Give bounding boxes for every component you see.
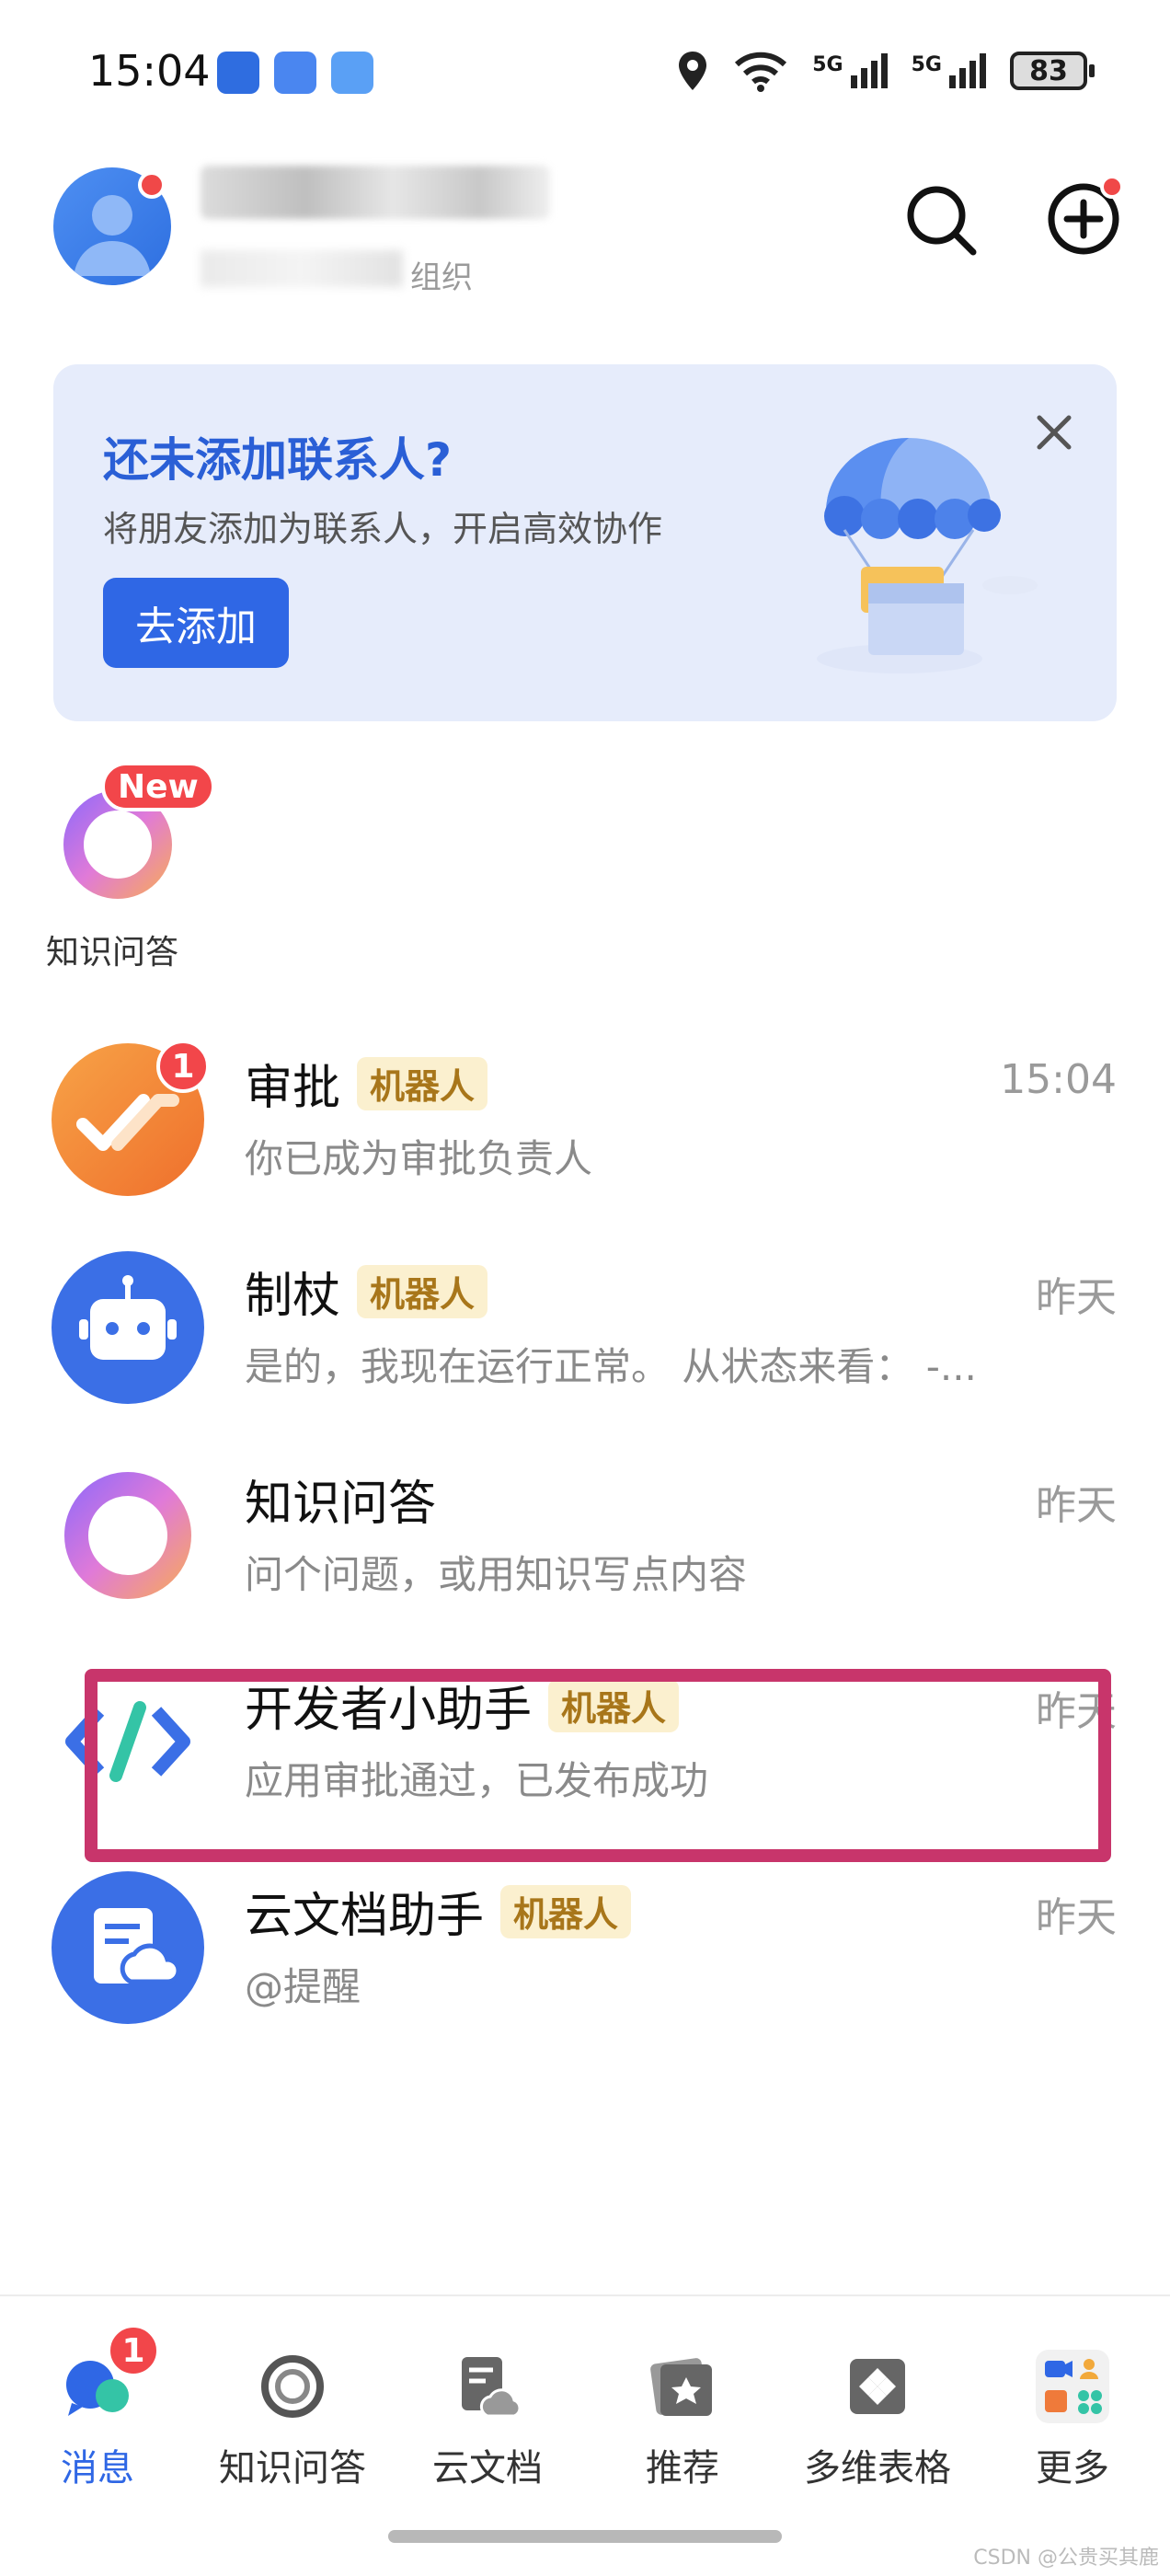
chat-time: 昨天 [1036, 1482, 1117, 1529]
chat-title: 制杖 机器人 [245, 1257, 488, 1326]
banner-title: 还未添加联系人? [103, 433, 453, 487]
notification-dot [138, 171, 166, 199]
cloud-doc-avatar [52, 1871, 204, 2024]
bot-tag: 机器人 [500, 1884, 632, 1938]
chat-title: 知识问答 [245, 1465, 436, 1534]
watermark: CSDN @公贵买其鹿 [973, 2547, 1159, 2570]
knowledge-ring-icon [64, 1472, 191, 1599]
org-name-blurred [201, 250, 403, 287]
knowledge-avatar [52, 1459, 204, 1612]
star-card-icon [650, 2358, 712, 2416]
banner-subtitle: 将朋友添加为联系人，开启高效协作 [103, 509, 663, 549]
tab-label: 消息 [61, 2447, 134, 2490]
bot-tag: 机器人 [357, 1264, 488, 1318]
status-bar: 15:04 5G 5G 83 [0, 0, 1170, 147]
robot-avatar [52, 1251, 204, 1404]
chat-item-knowledge-qa[interactable]: 知识问答 昨天 问个问题，或用知识写点内容 [0, 1452, 1170, 1658]
user-name-blurred [201, 166, 550, 219]
tab-label: 云文档 [432, 2447, 543, 2490]
chat-title: 云文档助手 机器人 [245, 1877, 632, 1946]
status-indicators: 5G 5G 83 [676, 50, 1095, 92]
quick-app-label: 知识问答 [46, 934, 179, 972]
chat-time: 昨天 [1036, 1894, 1117, 1941]
tab-label: 多维表格 [804, 2447, 951, 2490]
swirl-icon [261, 2355, 324, 2418]
add-contacts-button[interactable]: 去添加 [103, 578, 289, 668]
weather-app-icon [331, 52, 373, 94]
table-grid-icon [850, 2359, 905, 2414]
unread-badge: 1 [156, 1040, 210, 1093]
tab-label: 更多 [1036, 2447, 1109, 2490]
chat-name: 审批 [245, 1061, 341, 1116]
tab-cloud-docs[interactable]: 云文档 [390, 2324, 585, 2499]
unread-badge: 1 [107, 2324, 160, 2377]
tab-more[interactable]: 更多 [975, 2324, 1170, 2499]
tab-multi-table[interactable]: 多维表格 [780, 2324, 975, 2499]
cloud-doc-icon [94, 1908, 181, 1984]
messages-app-icon [274, 52, 316, 94]
network-type: 5G [911, 53, 942, 76]
chat-preview: 是的，我现在运行正常。 从状态来看： -... [245, 1344, 977, 1389]
tab-label: 推荐 [646, 2447, 719, 2490]
status-time: 15:04 [88, 46, 211, 96]
robot-icon [79, 1275, 177, 1360]
chat-name: 制杖 [245, 1269, 341, 1324]
chat-preview: @提醒 [245, 1964, 361, 2009]
chat-time: 昨天 [1036, 1274, 1117, 1321]
tab-recommend[interactable]: 推荐 [585, 2324, 780, 2499]
chat-item-zhizhang[interactable]: 制杖 机器人 昨天 是的，我现在运行正常。 从状态来看： -... [0, 1244, 1170, 1450]
signal-1: 5G [812, 53, 888, 88]
org-suffix: 组织 [410, 259, 473, 296]
quick-app-knowledge-qa[interactable]: New 知识问答 [37, 762, 215, 981]
chat-preview: 问个问题，或用知识写点内容 [245, 1552, 748, 1597]
battery-indicator: 83 [1010, 52, 1095, 90]
chat-name: 知识问答 [245, 1477, 437, 1532]
chat-item-approval[interactable]: 1 审批 机器人 15:04 你已成为审批负责人 [0, 1036, 1170, 1242]
add-contacts-banner: 还未添加联系人? 将朋友添加为联系人，开启高效协作 去添加 [53, 364, 1117, 721]
highlight-annotation [85, 1669, 1111, 1862]
search-icon[interactable] [901, 180, 979, 258]
chat-name: 云文档助手 [245, 1889, 485, 1944]
parachute-illustration [817, 438, 1038, 673]
chat-preview: 你已成为审批负责人 [245, 1136, 593, 1181]
location-icon [679, 52, 707, 90]
tab-label: 知识问答 [219, 2447, 366, 2490]
apps-grid-icon [1036, 2350, 1109, 2423]
new-badge: New [101, 762, 215, 811]
wifi-icon [735, 52, 787, 92]
cloud-doc-icon [462, 2357, 522, 2418]
network-type: 5G [812, 53, 843, 76]
tab-messages[interactable]: 1 消息 [0, 2324, 195, 2499]
chat-item-cloud-doc-assistant[interactable]: 云文档助手 机器人 昨天 @提醒 [0, 1864, 1170, 2070]
home-indicator[interactable] [388, 2530, 782, 2543]
honor-app-icon [217, 52, 259, 94]
chat-title: 审批 机器人 [245, 1049, 488, 1118]
tab-knowledge-qa[interactable]: 知识问答 [195, 2324, 390, 2499]
chat-time: 15:04 [1000, 1056, 1117, 1103]
bot-tag: 机器人 [357, 1056, 488, 1110]
signal-2: 5G [912, 53, 986, 88]
notification-dot [1100, 175, 1124, 199]
